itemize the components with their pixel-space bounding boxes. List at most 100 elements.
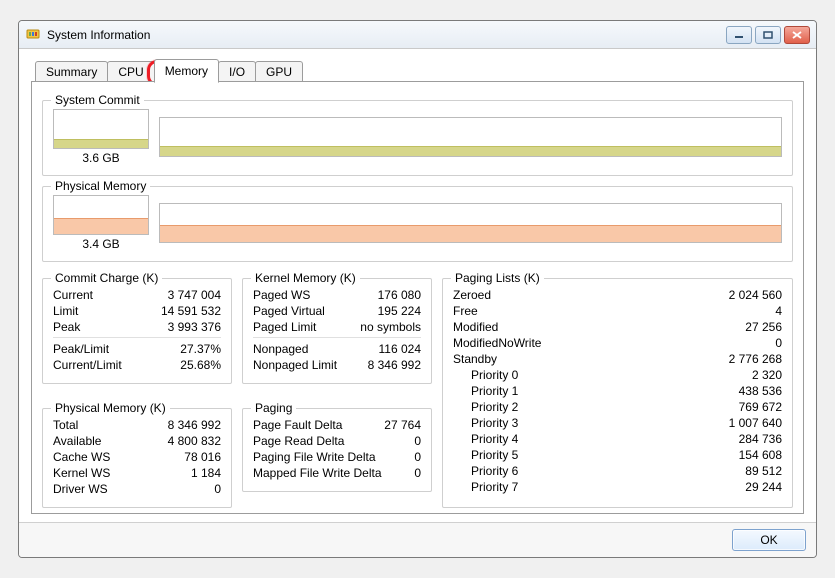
mini-chart-commit: 3.6 GB	[53, 109, 149, 165]
data-value: 8 346 992	[168, 418, 221, 432]
group-label-paging: Paging	[251, 401, 296, 415]
group-system-commit: System Commit 3.6 GB	[42, 100, 793, 176]
group-commit-charge: Commit Charge (K) Current3 747 004Limit1…	[42, 278, 232, 384]
mini-chart-phys: 3.4 GB	[53, 195, 149, 251]
mini-label-commit: 3.6 GB	[82, 151, 119, 165]
data-key: Paged Virtual	[253, 304, 325, 318]
data-key: Priority 3	[453, 416, 518, 430]
data-key: Limit	[53, 304, 78, 318]
maximize-button[interactable]	[755, 26, 781, 44]
data-row: Total8 346 992	[53, 417, 221, 433]
data-row: Paged Limit no symbols	[253, 319, 421, 335]
data-value: 78 016	[184, 450, 221, 464]
data-value: 4 800 832	[168, 434, 221, 448]
group-kernel-mem: Kernel Memory (K) Paged WS176 080Paged V…	[242, 278, 432, 384]
data-row: Driver WS 0	[53, 481, 221, 497]
group-label-system-commit: System Commit	[51, 93, 144, 107]
tab-cpu[interactable]: CPU	[107, 61, 154, 82]
data-row: Priority 3 1 007 640	[453, 415, 782, 431]
data-row: Paged WS176 080	[253, 287, 421, 303]
data-row: Current/Limit25.68%	[53, 357, 221, 373]
data-value: 4	[775, 304, 782, 318]
data-row: Current 3 747 004	[53, 287, 221, 303]
data-value: 116 024	[379, 342, 422, 356]
data-key: Priority 4	[453, 432, 518, 446]
mini-label-phys: 3.4 GB	[82, 237, 119, 251]
tab-io[interactable]: I/O	[218, 61, 256, 82]
data-key: Driver WS	[53, 482, 108, 496]
data-row: ModifiedNoWrite 0	[453, 335, 782, 351]
data-key: Priority 1	[453, 384, 518, 398]
data-row: Priority 689 512	[453, 463, 782, 479]
data-key: Zeroed	[453, 288, 491, 302]
data-value: 0	[775, 336, 782, 350]
data-row: Peak/Limit 27.37%	[53, 341, 221, 357]
data-value: no symbols	[360, 320, 421, 334]
data-value: 1 007 640	[729, 416, 782, 430]
data-value: 284 736	[739, 432, 782, 446]
tab-body: System Commit 3.6 GB Physical Memory	[31, 81, 804, 514]
data-value: 3 993 376	[168, 320, 221, 334]
window-title: System Information	[47, 28, 150, 42]
close-button[interactable]	[784, 26, 810, 44]
data-row: Priority 5154 608	[453, 447, 782, 463]
data-row: Priority 2 769 672	[453, 399, 782, 415]
data-value: 176 080	[378, 288, 421, 302]
data-row: Modified 27 256	[453, 319, 782, 335]
data-value: 0	[414, 434, 421, 448]
data-value: 0	[214, 482, 221, 496]
data-key: Nonpaged Limit	[253, 358, 337, 372]
data-row: Nonpaged116 024	[253, 341, 421, 357]
data-value: 438 536	[739, 384, 782, 398]
data-key: Peak/Limit	[53, 342, 109, 356]
tab-memory[interactable]: Memory	[154, 59, 219, 83]
group-label-kernel-mem: Kernel Memory (K)	[251, 271, 360, 285]
data-row: Priority 02 320	[453, 367, 782, 383]
data-row: Kernel WS1 184	[53, 465, 221, 481]
data-value: 27 256	[745, 320, 782, 334]
data-value: 27 764	[384, 418, 421, 432]
data-value: 0	[414, 450, 421, 464]
minimize-button[interactable]	[726, 26, 752, 44]
timeline-phys	[159, 203, 782, 243]
tab-summary[interactable]: Summary	[35, 61, 108, 82]
data-key: Standby	[453, 352, 497, 366]
app-icon	[25, 27, 41, 43]
data-value: 29 244	[745, 480, 782, 494]
data-value: 3 747 004	[168, 288, 221, 302]
group-label-physical-memory: Physical Memory	[51, 179, 150, 193]
data-value: 2 320	[752, 368, 782, 382]
data-row: Priority 4 284 736	[453, 431, 782, 447]
data-row: Paged Virtual 195 224	[253, 303, 421, 319]
tabs: Summary CPU Memory I/O GPU	[31, 59, 804, 82]
ok-button[interactable]: OK	[732, 529, 806, 551]
data-key: Paged Limit	[253, 320, 316, 334]
data-value: 195 224	[378, 304, 421, 318]
data-row: Cache WS78 016	[53, 449, 221, 465]
data-row: Available 4 800 832	[53, 433, 221, 449]
data-value: 27.37%	[180, 342, 221, 356]
data-key: ModifiedNoWrite	[453, 336, 541, 350]
data-row: Limit 14 591 532	[53, 303, 221, 319]
data-key: Available	[53, 434, 101, 448]
tab-gpu[interactable]: GPU	[255, 61, 303, 82]
data-row: Peak3 993 376	[53, 319, 221, 335]
data-key: Page Read Delta	[253, 434, 344, 448]
data-value: 8 346 992	[368, 358, 421, 372]
title-bar: System Information	[19, 21, 816, 49]
group-label-paging-lists: Paging Lists (K)	[451, 271, 544, 285]
data-value: 769 672	[739, 400, 782, 414]
data-value: 14 591 532	[161, 304, 221, 318]
data-row: Page Read Delta 0	[253, 433, 421, 449]
data-value: 2 776 268	[729, 352, 782, 366]
data-value: 2 024 560	[729, 288, 782, 302]
data-key: Mapped File Write Delta	[253, 466, 382, 480]
data-value: 89 512	[745, 464, 782, 478]
group-paging: Paging Page Fault Delta27 764Page Read D…	[242, 408, 432, 492]
data-key: Current	[53, 288, 93, 302]
data-key: Modified	[453, 320, 498, 334]
data-row: Priority 1 438 536	[453, 383, 782, 399]
data-value: 1 184	[191, 466, 221, 480]
data-value: 0	[414, 466, 421, 480]
data-key: Priority 2	[453, 400, 518, 414]
